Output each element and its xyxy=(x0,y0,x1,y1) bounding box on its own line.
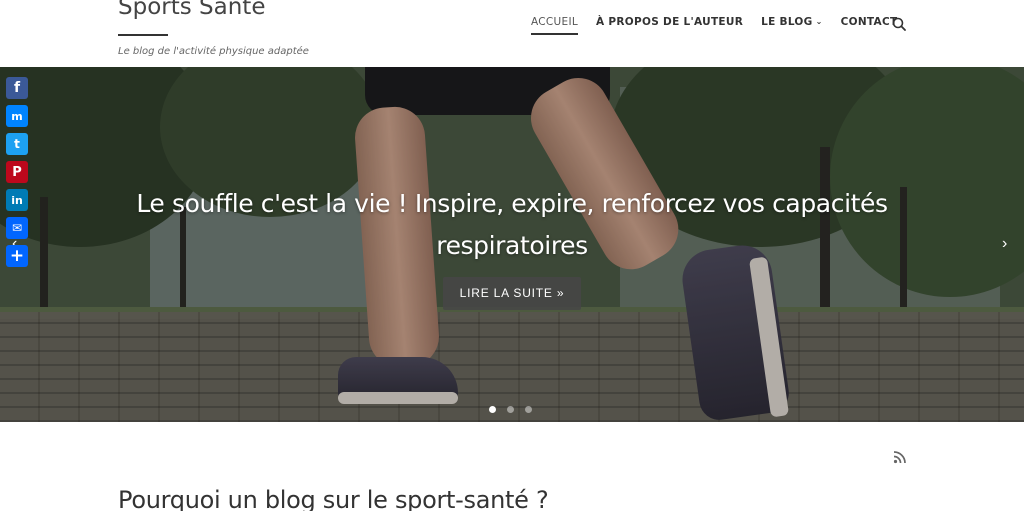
pinterest-icon[interactable]: P xyxy=(6,161,28,183)
chevron-down-icon: ⌄ xyxy=(815,17,823,26)
slider-dot-2[interactable] xyxy=(507,406,514,413)
nav-item-le-blog-label: LE BLOG xyxy=(761,16,813,28)
site-tagline: Le blog de l'activité physique adaptée xyxy=(118,46,309,57)
share-bar: f m t P in ✉ + xyxy=(6,77,28,267)
main-nav: ACCUEIL À PROPOS DE L'AUTEUR LE BLOG ⌄ CO… xyxy=(531,16,915,35)
slider-dots xyxy=(489,406,532,413)
read-more-button[interactable]: LIRE LA SUITE » xyxy=(443,277,581,310)
add-share-icon[interactable]: + xyxy=(6,245,28,267)
email-icon[interactable]: ✉ xyxy=(6,217,28,239)
title-underline xyxy=(118,34,168,36)
hero-headline[interactable]: Le souffle c'est la vie ! Inspire, expir… xyxy=(0,183,1024,267)
rss-icon[interactable] xyxy=(893,450,907,464)
slider-dot-3[interactable] xyxy=(525,406,532,413)
nav-item-accueil[interactable]: ACCUEIL xyxy=(531,16,579,35)
linkedin-icon[interactable]: in xyxy=(6,189,28,211)
nav-item-contact[interactable]: CONTACT xyxy=(841,16,898,28)
hero-headline-line2: respiratoires xyxy=(436,231,588,260)
search-icon[interactable] xyxy=(892,17,906,31)
messenger-icon[interactable]: m xyxy=(6,105,28,127)
twitter-icon[interactable]: t xyxy=(6,133,28,155)
site-header: Sports Santé Le blog de l'activité physi… xyxy=(0,0,1024,67)
post-title[interactable]: Pourquoi un blog sur le sport-santé ? xyxy=(118,486,549,511)
nav-item-a-propos[interactable]: À PROPOS DE L'AUTEUR xyxy=(596,16,743,28)
hero-headline-line1: Le souffle c'est la vie ! Inspire, expir… xyxy=(136,189,888,218)
site-title[interactable]: Sports Santé xyxy=(118,0,265,20)
nav-item-le-blog[interactable]: LE BLOG ⌄ xyxy=(761,16,823,28)
hero-slider: Le souffle c'est la vie ! Inspire, expir… xyxy=(0,67,1024,422)
slider-dot-1[interactable] xyxy=(489,406,496,413)
chevron-right-icon[interactable]: › xyxy=(1002,235,1007,253)
facebook-icon[interactable]: f xyxy=(6,77,28,99)
